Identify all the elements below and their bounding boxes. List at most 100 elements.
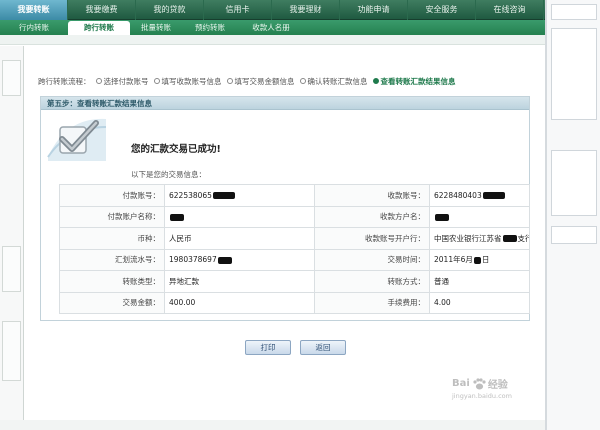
background-window-fragment <box>545 0 600 430</box>
sub-nav: 行内转账 跨行转账 批量转账 预约转账 收款人名册 <box>0 20 545 35</box>
sidebar-box[interactable] <box>2 60 21 96</box>
transfer-type-value: 异地汇款 <box>164 270 315 293</box>
redacted-value <box>473 256 481 264</box>
flow-step-1: 选择付款账号 <box>95 76 149 87</box>
payer-account-value: 622538065 <box>164 184 315 207</box>
transfer-mode-label: 转账方式： <box>314 270 430 293</box>
subtab-internal-transfer[interactable]: 行内转账 <box>0 20 68 35</box>
value-suffix: 支行 <box>517 233 529 243</box>
value-text: 6228480403 <box>434 190 482 200</box>
fragment-box[interactable] <box>551 28 597 120</box>
flow-step-label: 填写交易金额信息 <box>234 76 295 86</box>
amount-value: 400.00 <box>164 291 315 314</box>
subtab-payee-list[interactable]: 收款人名册 <box>238 20 304 35</box>
redacted-value <box>217 256 232 264</box>
result-panel: 第五步：查看转账汇款结果信息 您的汇款交易已成功! 以下是您的交易信息： 付款账… <box>40 96 530 321</box>
currency-value: 人民币 <box>164 227 315 250</box>
watermark-url: jingyan.baidu.com <box>452 392 512 400</box>
redacted-value <box>170 213 184 221</box>
success-message: 您的汇款交易已成功! <box>131 144 221 155</box>
payee-account-value: 6228480403 <box>429 184 530 207</box>
step-bullet-icon <box>226 78 233 84</box>
trade-time-value: 2011年6月日 <box>429 248 530 271</box>
nav-divider-strip <box>0 35 545 45</box>
flow-step-5: 查看转账汇款结果信息 <box>372 76 456 87</box>
serial-no-value: 1980378697 <box>164 248 315 271</box>
value-text: 中国农业银行江苏省 <box>434 233 502 243</box>
sidebar-box[interactable] <box>2 246 21 292</box>
flow-step-3: 填写交易金额信息 <box>226 76 295 87</box>
tab-credit-card[interactable]: 信用卡 <box>204 0 272 20</box>
table-row: 转账类型： 异地汇款 转账方式： 普通 <box>59 270 530 293</box>
payee-name-value <box>429 205 530 228</box>
redacted-value <box>435 213 449 221</box>
fragment-box[interactable] <box>551 226 597 244</box>
fragment-box[interactable] <box>551 150 597 216</box>
payee-bank-label: 收款账号开户行： <box>314 227 430 250</box>
currency-label: 币种： <box>59 227 165 250</box>
watermark: Bai 经验 jingyan.baidu.com <box>452 376 544 406</box>
subtab-batch-transfer[interactable]: 批量转账 <box>130 20 182 35</box>
transfer-mode-value: 普通 <box>429 270 530 293</box>
left-sidebar <box>0 46 24 420</box>
table-row: 汇划流水号： 1980378697 交易时间： 2011年6月日 <box>59 248 530 271</box>
fragment-box[interactable] <box>551 4 597 20</box>
table-row: 付款账号： 622538065 收款账号： 6228480403 <box>59 184 530 207</box>
main-nav: 我要转账 我要缴费 我的贷款 信用卡 我要理财 功能申请 安全服务 在线咨询 <box>0 0 545 20</box>
tab-consult[interactable]: 在线咨询 <box>476 0 544 20</box>
table-row: 币种： 人民币 收款账号开户行： 中国农业银行江苏省 支行 <box>59 227 530 250</box>
info-intro: 以下是您的交易信息： <box>131 170 206 179</box>
table-row: 交易金额： 400.00 手续费用： 4.00 <box>59 291 530 314</box>
value-text: 1980378697 <box>169 255 217 265</box>
fee-value: 4.00 <box>429 291 530 314</box>
step-bullet-icon <box>153 78 160 84</box>
back-button[interactable]: 返回 <box>300 340 346 355</box>
tab-transfer[interactable]: 我要转账 <box>0 0 68 20</box>
tab-security[interactable]: 安全服务 <box>408 0 476 20</box>
payee-account-label: 收款账号： <box>314 184 430 207</box>
flow-step-label: 填写收款账号信息 <box>161 76 222 86</box>
payee-bank-value: 中国农业银行江苏省 支行 <box>429 227 530 250</box>
watermark-logo: Bai 经验 <box>452 376 544 391</box>
flow-step-label: 选择付款账号 <box>103 76 149 86</box>
flow-step-label: 确认转账汇款信息 <box>307 76 368 86</box>
print-button[interactable]: 打印 <box>245 340 291 355</box>
banking-window: 我要转账 我要缴费 我的贷款 信用卡 我要理财 功能申请 安全服务 在线咨询 行… <box>0 0 545 420</box>
payer-name-label: 付款账户名称： <box>59 205 165 228</box>
tab-payment[interactable]: 我要缴费 <box>68 0 136 20</box>
subtab-scheduled-transfer[interactable]: 预约转账 <box>182 20 238 35</box>
watermark-brand-left: Bai <box>452 378 470 389</box>
value-text: 2011年6月 <box>434 255 473 265</box>
transfer-flow-breadcrumb: 跨行转账流程： 选择付款账号 填写收款账号信息 填写交易金额信息 确认转账汇款信… <box>38 75 456 87</box>
tab-apply[interactable]: 功能申请 <box>340 0 408 20</box>
panel-step-title: 第五步：查看转账汇款结果信息 <box>41 97 529 110</box>
value-text: 622538065 <box>169 190 212 200</box>
flow-step-2: 填写收款账号信息 <box>153 76 222 87</box>
payer-account-label: 付款账号： <box>59 184 165 207</box>
amount-label: 交易金额： <box>59 291 165 314</box>
payer-name-value <box>164 205 315 228</box>
table-row: 付款账户名称： 收款方户名： <box>59 205 530 228</box>
paw-icon <box>473 377 486 389</box>
value-suffix: 日 <box>481 255 490 265</box>
tab-finance[interactable]: 我要理财 <box>272 0 340 20</box>
checkmark-icon <box>47 118 107 161</box>
flow-step-label: 查看转账汇款结果信息 <box>380 76 456 86</box>
serial-no-label: 汇划流水号： <box>59 248 165 271</box>
transaction-details-table: 付款账号： 622538065 收款账号： 6228480403 付款账户名称：… <box>59 184 530 314</box>
redacted-value <box>212 192 235 200</box>
redacted-value <box>502 235 517 243</box>
fee-label: 手续费用： <box>314 291 430 314</box>
flow-prefix: 跨行转账流程： <box>38 76 91 86</box>
sidebar-box[interactable] <box>2 321 21 381</box>
step-bullet-active-icon <box>372 78 379 84</box>
watermark-brand-right: 经验 <box>487 380 508 391</box>
trade-time-label: 交易时间： <box>314 248 430 271</box>
flow-step-4: 确认转账汇款信息 <box>299 76 368 87</box>
step-bullet-icon <box>95 78 102 84</box>
transfer-type-label: 转账类型： <box>59 270 165 293</box>
step-bullet-icon <box>299 78 306 84</box>
payee-name-label: 收款方户名： <box>314 205 430 228</box>
subtab-interbank-transfer[interactable]: 跨行转账 <box>68 21 130 35</box>
tab-loans[interactable]: 我的贷款 <box>136 0 204 20</box>
